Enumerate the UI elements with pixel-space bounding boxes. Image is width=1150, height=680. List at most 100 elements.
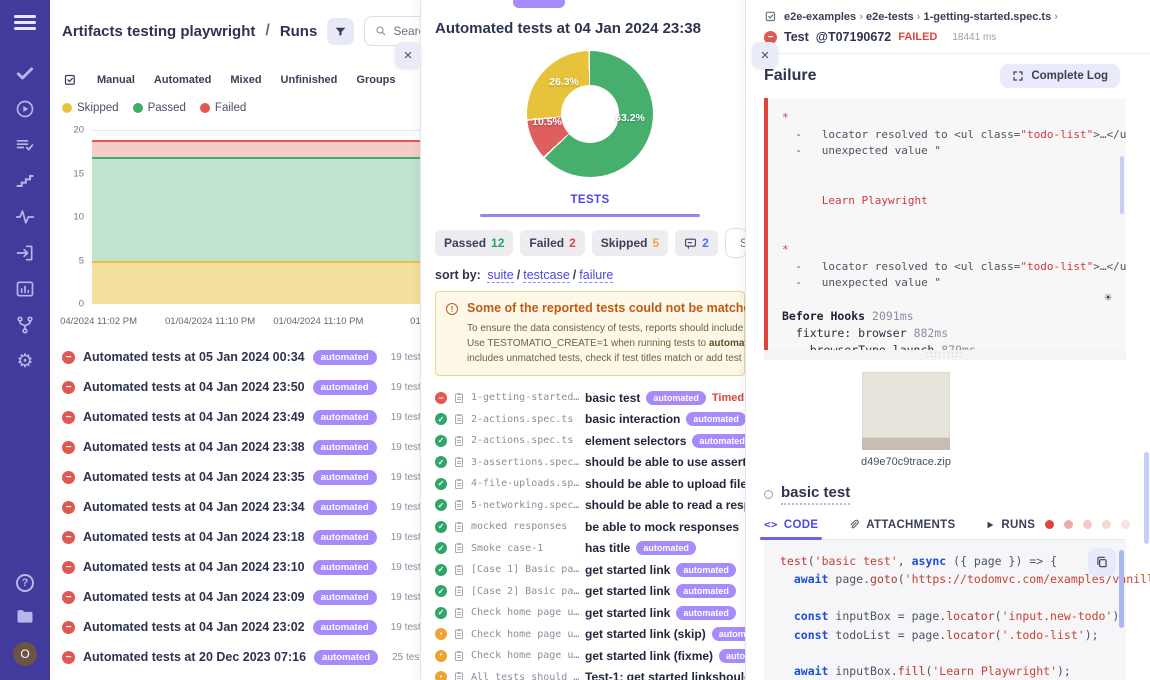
runs-filter-tab-groups[interactable]: Groups — [356, 74, 395, 86]
x-tick-label: 04/2024 11:02 PM — [60, 316, 138, 327]
settings-gear-icon[interactable]: ⚙ — [14, 350, 36, 372]
test-list-item[interactable]: ✓ mocked responses be able to mock respons… — [435, 516, 745, 538]
runs-filter-tab-automated[interactable]: Automated — [154, 74, 211, 86]
log-line: * — [782, 110, 1112, 127]
copy-code-button[interactable] — [1088, 548, 1116, 576]
sort-label: sort by: — [435, 268, 481, 282]
text-segment: 879ms — [941, 343, 976, 350]
run-list-item[interactable]: − Automated tests at 04 Jan 2024 23:18 aut… — [62, 522, 420, 552]
test-list-item[interactable]: • All tests should … Test-1: get started l… — [435, 667, 745, 680]
close-run-detail-button[interactable]: × — [395, 42, 421, 68]
test-status-filters: Passed 12 Failed 2 Skipped 5 2 Search — [435, 228, 747, 258]
test-list-item[interactable]: ✓ Check home page u… get started link autom… — [435, 602, 745, 624]
test-list-item[interactable]: ✓ [Case 1] Basic pa… get started link autom… — [435, 559, 745, 581]
check-icon[interactable] — [14, 62, 36, 84]
steps-icon[interactable] — [14, 170, 36, 192]
run-list-item[interactable]: − Automated tests at 04 Jan 2024 23:02 aut… — [62, 612, 420, 642]
tab-code[interactable]: <> CODE — [759, 518, 823, 540]
code-scrollbar[interactable] — [1119, 550, 1124, 628]
legend-dot — [62, 103, 72, 113]
sort-by-suite[interactable]: suite — [487, 268, 514, 283]
play-icon — [987, 521, 994, 528]
user-avatar[interactable]: O — [13, 642, 37, 666]
run-list-item[interactable]: − Automated tests at 04 Jan 2024 23:34 aut… — [62, 492, 420, 522]
run-list-item[interactable]: − Automated tests at 05 Jan 2024 00:34 aut… — [62, 342, 420, 372]
run-list-item[interactable]: − Automated tests at 04 Jan 2024 23:50 aut… — [62, 372, 420, 402]
runs-filter-tab-mixed[interactable]: Mixed — [230, 74, 261, 86]
search-icon — [376, 26, 386, 36]
run-list-item[interactable]: − Automated tests at 04 Jan 2024 23:10 aut… — [62, 552, 420, 582]
list-check-icon[interactable] — [14, 134, 36, 156]
sort-by-failure[interactable]: failure — [579, 268, 614, 283]
run-list-item[interactable]: − Automated tests at 04 Jan 2024 23:09 aut… — [62, 582, 420, 612]
menu-icon[interactable] — [14, 12, 36, 33]
test-list-item[interactable]: • Check home page u… get started link (ski… — [435, 624, 745, 646]
breadcrumb-item[interactable]: 1-getting-started.spec.ts — [923, 11, 1054, 23]
code-line: const todoList = page.locator('.todo-lis… — [780, 626, 1110, 644]
hooks-log: Before Hooks 2091ms fixture: browser 882… — [782, 308, 1112, 351]
report-chart-icon[interactable] — [14, 278, 36, 300]
test-list-item[interactable]: − 1-getting-started… basic test automated Ti… — [435, 387, 745, 409]
test-list-item[interactable]: ✓ 2-actions.spec.ts element selectors autom… — [435, 430, 745, 452]
play-circle-icon[interactable] — [14, 98, 36, 120]
filter-skipped[interactable]: Skipped 5 — [591, 230, 669, 256]
test-list-item[interactable]: ✓ [Case 2] Basic pa… get started link autom… — [435, 581, 745, 603]
activity-icon[interactable] — [14, 206, 36, 228]
panel-scrollbar[interactable] — [1144, 452, 1149, 544]
run-list-item[interactable]: − Automated tests at 04 Jan 2024 23:35 aut… — [62, 462, 420, 492]
test-list-item[interactable]: ✓ 4-file-uploads.sp… should be able to upl… — [435, 473, 745, 495]
brightness-toggle-icon[interactable]: ☀ — [1104, 289, 1112, 309]
test-list-item[interactable]: ✓ 2-actions.spec.ts basic interaction autom… — [435, 409, 745, 431]
branch-icon[interactable] — [14, 314, 36, 336]
help-icon[interactable]: ? — [16, 574, 34, 592]
text-segment: 'input.new-todo' — [1001, 609, 1113, 624]
test-title: should be able to use assertions — [585, 455, 745, 470]
projects-folder-icon[interactable] — [14, 605, 36, 627]
test-list-item[interactable]: ✓ 5-networking.spec… should be able to rea… — [435, 495, 745, 517]
text-segment: 882ms — [913, 325, 949, 340]
donut-label-skipped: 26.3% — [549, 76, 579, 88]
run-list-item[interactable]: −automated — [62, 672, 420, 680]
close-test-detail-button[interactable]: × — [752, 42, 778, 68]
failed-icon: − — [62, 380, 75, 394]
filter-passed[interactable]: Passed 12 — [435, 230, 514, 256]
sort-by-testcase[interactable]: testcase — [523, 268, 570, 283]
tab-runs[interactable]: RUNS — [985, 518, 1131, 539]
comments-filter[interactable]: 2 — [675, 230, 718, 256]
text-segment: 'basic test' — [814, 554, 898, 568]
tab-attachments[interactable]: ATTACHMENTS — [848, 518, 955, 539]
clipboard-icon — [453, 607, 465, 619]
run-list-item[interactable]: − Automated tests at 04 Jan 2024 23:38 aut… — [62, 432, 420, 462]
filter-button[interactable] — [327, 17, 355, 45]
filter-failed[interactable]: Failed 2 — [520, 230, 585, 256]
test-list-item[interactable]: ✓ Smoke case-1 has title automated — [435, 538, 745, 560]
tests-search-input[interactable]: Search — [724, 228, 747, 258]
resize-handle[interactable]: ::::::::: — [764, 350, 1126, 360]
filter-label: Passed — [444, 236, 487, 250]
tab-tests[interactable]: TESTS — [435, 194, 745, 206]
breadcrumb-item[interactable]: e2e-examples — [784, 11, 859, 23]
test-suite-name: Check home page u… — [471, 650, 579, 662]
trace-attachment[interactable]: d49e70c9trace.zip — [861, 372, 951, 468]
y-tick-label: 10 — [73, 211, 84, 223]
test-suite-name: 2-actions.spec.ts — [471, 435, 574, 447]
test-list-item[interactable]: ✓ 3-assertions.spec… should be able to use… — [435, 452, 745, 474]
select-all-icon[interactable] — [62, 72, 78, 88]
runs-filter-tab-unfinished[interactable]: Unfinished — [281, 74, 338, 86]
log-scrollbar[interactable] — [1120, 156, 1124, 214]
passed-icon: ✓ — [435, 542, 447, 555]
test-name[interactable]: basic test — [781, 484, 851, 505]
breadcrumb-item[interactable]: e2e-tests — [866, 11, 917, 23]
run-list-item[interactable]: − Automated tests at 04 Jan 2024 23:49 aut… — [62, 402, 420, 432]
test-list-item[interactable]: • Check home page u… get started link (fix… — [435, 645, 745, 667]
test-id[interactable]: @T07190672 — [816, 30, 891, 44]
app-sidebar: ⚙ ? O — [0, 0, 50, 680]
failed-icon: − — [62, 620, 75, 634]
runs-filter-tab-manual[interactable]: Manual — [97, 74, 135, 86]
complete-log-button[interactable]: Complete Log — [1000, 64, 1120, 88]
tab-label: CODE — [783, 518, 819, 531]
run-list-item[interactable]: − Automated tests at 20 Dec 2023 07:16 aut… — [62, 642, 420, 672]
text-segment: ); — [1057, 664, 1071, 679]
tests-list: − 1-getting-started… basic test automated Ti… — [435, 387, 745, 680]
import-icon[interactable] — [14, 242, 36, 264]
